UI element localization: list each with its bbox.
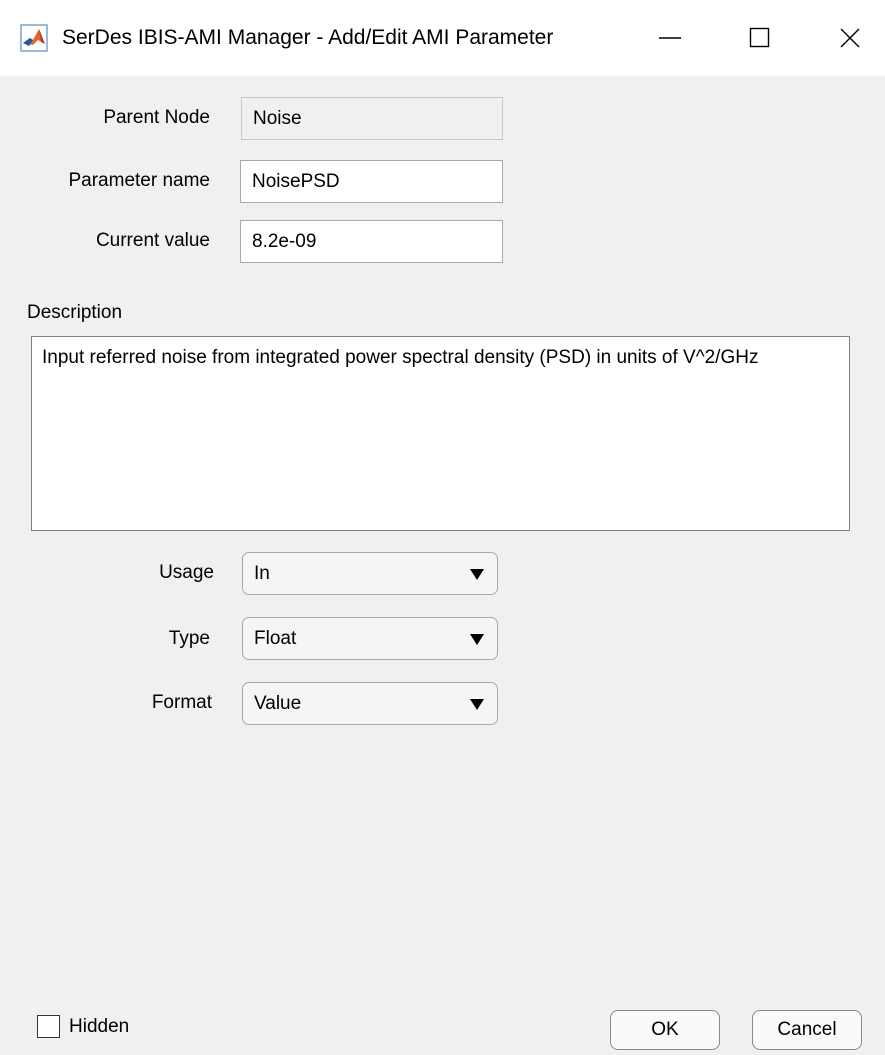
parent-node-field (241, 97, 503, 140)
maximize-button[interactable] (725, 0, 795, 76)
description-label: Description (27, 302, 123, 323)
dropdown-arrow-icon (470, 699, 484, 710)
parameter-name-label: Parameter name (68, 170, 210, 191)
close-button[interactable] (815, 0, 885, 76)
window-title: SerDes IBIS-AMI Manager - Add/Edit AMI P… (62, 26, 554, 49)
usage-label: Usage (159, 562, 214, 583)
maximize-icon (749, 27, 770, 48)
dialog-window: SerDes IBIS-AMI Manager - Add/Edit AMI P… (0, 0, 885, 1055)
minimize-button[interactable] (635, 0, 705, 76)
format-label: Format (151, 692, 212, 713)
minimize-icon (659, 37, 681, 39)
parent-node-label: Parent Node (103, 107, 210, 128)
usage-selected-value: In (254, 563, 270, 584)
hidden-checkbox[interactable] (37, 1015, 60, 1038)
matlab-icon (20, 24, 48, 52)
description-textarea[interactable]: Input referred noise from integrated pow… (31, 336, 850, 531)
dropdown-arrow-icon (470, 569, 484, 580)
current-value-input[interactable] (240, 220, 503, 263)
usage-dropdown[interactable]: In (242, 552, 498, 595)
hidden-label[interactable]: Hidden (69, 1014, 129, 1040)
title-bar: SerDes IBIS-AMI Manager - Add/Edit AMI P… (0, 0, 885, 76)
format-dropdown[interactable]: Value (242, 682, 498, 725)
type-dropdown[interactable]: Float (242, 617, 498, 660)
type-label: Type (168, 628, 210, 649)
current-value-label: Current value (95, 230, 210, 251)
ok-button[interactable]: OK (610, 1010, 720, 1050)
close-icon (840, 28, 860, 48)
dropdown-arrow-icon (470, 634, 484, 645)
format-selected-value: Value (254, 693, 302, 714)
type-selected-value: Float (254, 628, 297, 649)
parameter-name-input[interactable] (240, 160, 503, 203)
cancel-button[interactable]: Cancel (752, 1010, 862, 1050)
